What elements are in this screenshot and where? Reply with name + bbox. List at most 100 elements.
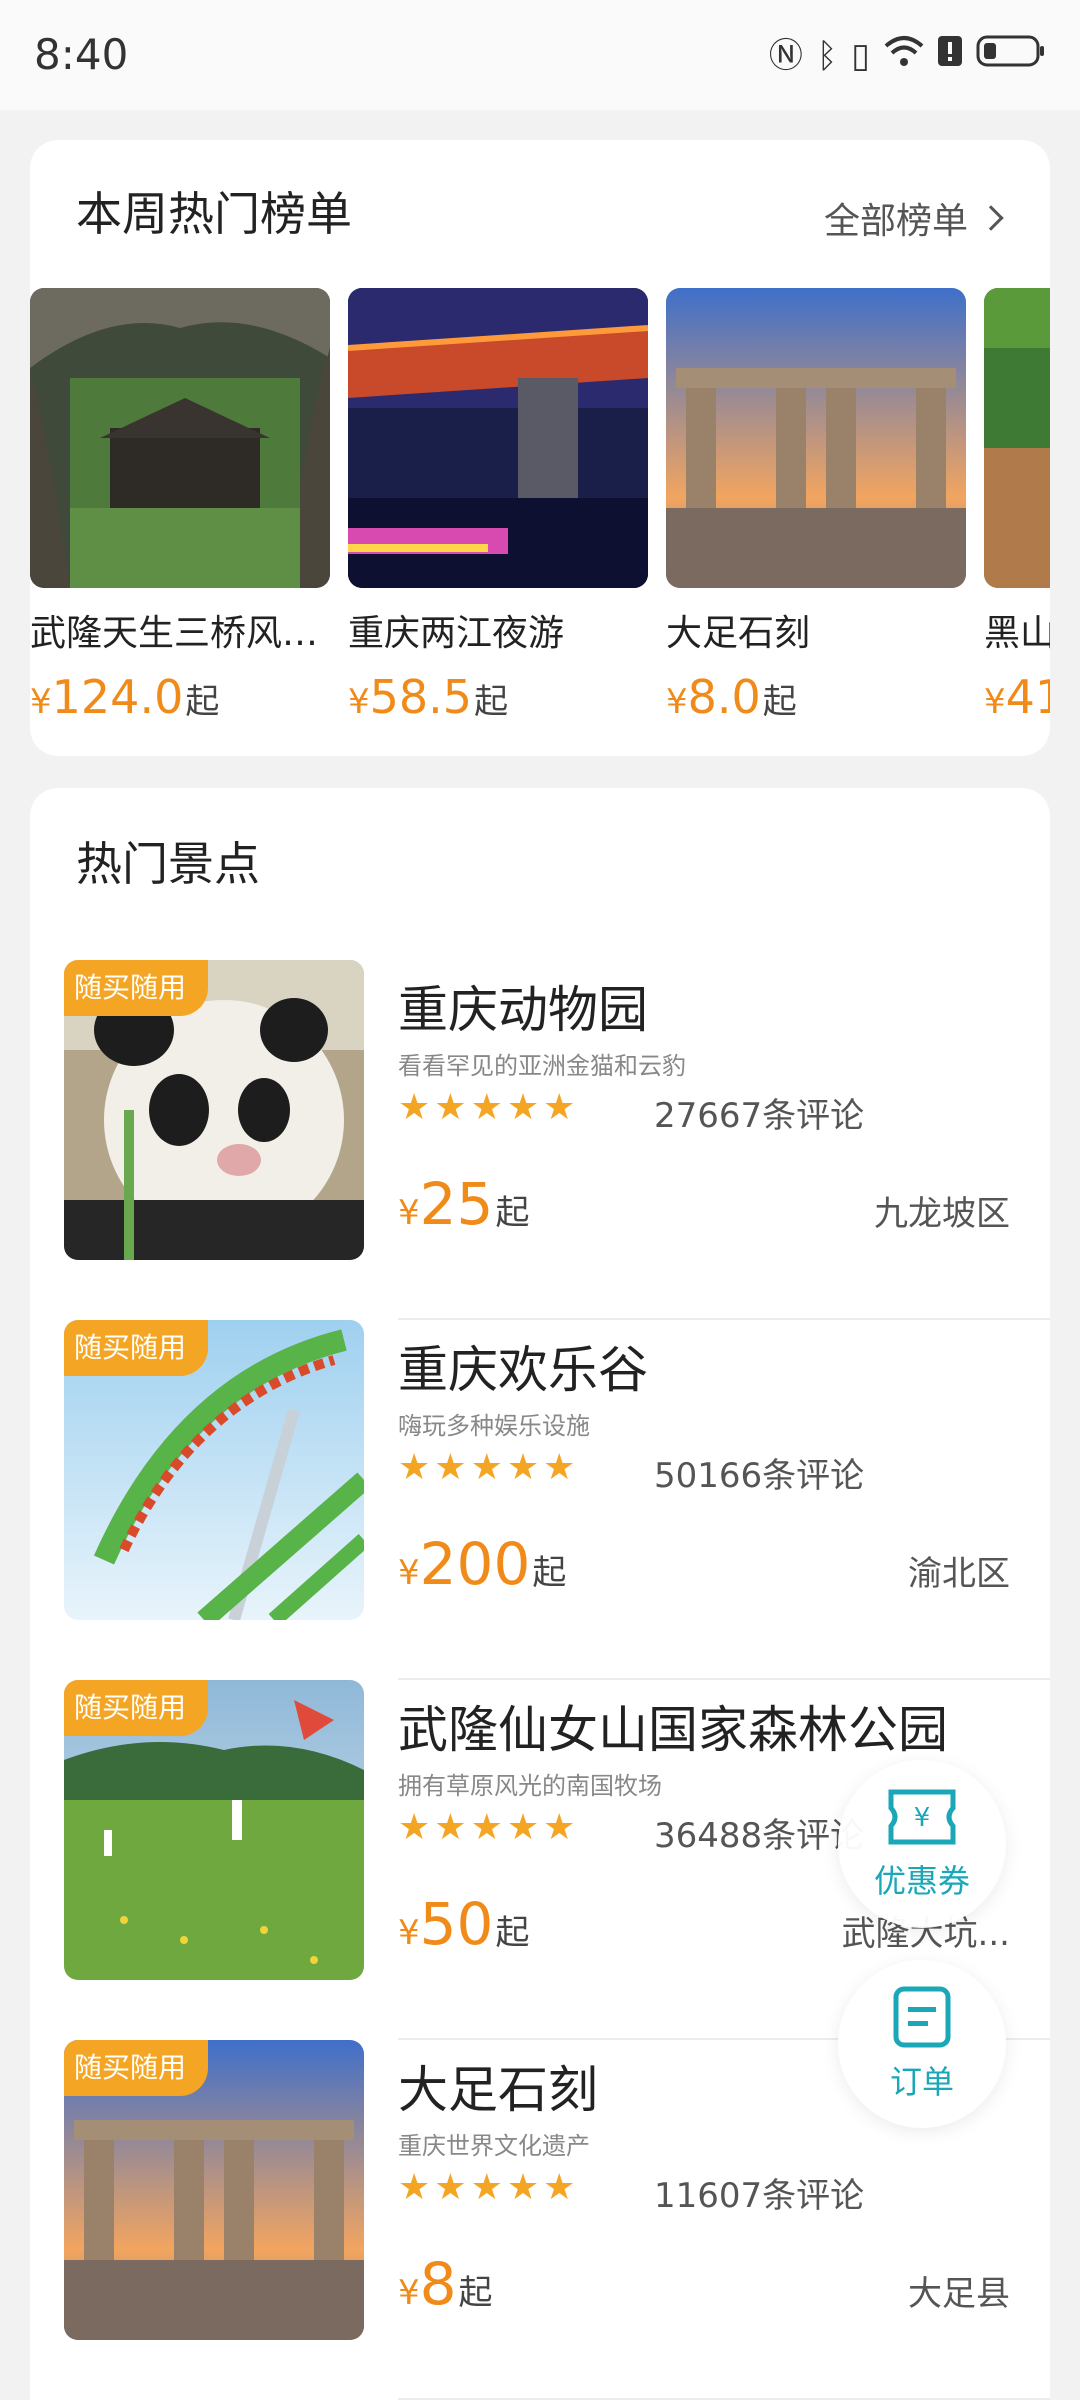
- chevron-right-icon: [978, 205, 1004, 231]
- ranking-item-price: ¥ 41: [984, 670, 1050, 724]
- battery-icon: [976, 34, 1046, 77]
- currency-symbol: ¥: [666, 682, 688, 722]
- spot-price: ¥ 25 起: [398, 1170, 529, 1238]
- all-rankings-label: 全部榜单: [823, 201, 968, 242]
- ranking-item-name: 大足石刻: [666, 613, 811, 654]
- currency-symbol: ¥: [398, 2273, 420, 2313]
- spot-price: ¥ 8 起: [398, 2250, 493, 2318]
- spot-item-happy-valley[interactable]: 随买随用 重庆欢乐谷 嗨玩多种娱乐设施 ★ ★ ★ ★ ★ 50166条评论 ¥…: [64, 1320, 1050, 1680]
- coupon-button[interactable]: ¥ 优惠券: [838, 1760, 1006, 1928]
- all-rankings-link[interactable]: 全部榜单: [823, 192, 1004, 244]
- star-icon: ★: [506, 1087, 540, 1128]
- ranking-item-name: 黑山: [984, 613, 1050, 654]
- spot-item-zoo[interactable]: 随买随用 重庆动物园 看看罕见的亚洲金猫和云豹 ★ ★ ★ ★ ★ 27667条…: [64, 960, 1050, 1320]
- spot-image: 随买随用: [64, 1320, 364, 1620]
- price-suffix: 起: [495, 1193, 530, 1233]
- svg-text:¥: ¥: [914, 1803, 931, 1833]
- orders-label: 订单: [889, 2063, 954, 2101]
- star-icon: ★: [543, 1807, 576, 1848]
- spot-image: 随买随用: [64, 960, 364, 1260]
- star-icon: ★: [506, 1447, 540, 1488]
- spot-desc: 嗨玩多种娱乐设施: [398, 1412, 590, 1440]
- spot-badge: 随买随用: [64, 1320, 209, 1376]
- star-icon: ★: [543, 1087, 576, 1128]
- star-icon: ★: [398, 1807, 431, 1848]
- star-icon: ★: [543, 1447, 576, 1488]
- star-icon: ★: [470, 1087, 503, 1128]
- currency-symbol: ¥: [398, 1193, 420, 1233]
- spot-rating: ★ ★ ★ ★ ★: [398, 1808, 575, 1848]
- ranking-item-price: ¥ 58.5 起: [348, 670, 648, 724]
- spot-rating: ★ ★ ★ ★ ★: [398, 1448, 575, 1488]
- ranking-carousel[interactable]: 武隆天生三桥风… ¥ 124.0 起 重庆两江夜游 ¥ 58.5 起 大足石刻 …: [30, 288, 1050, 738]
- spot-desc: 重庆世界文化遗产: [398, 2132, 590, 2160]
- price-value: 8.0: [687, 670, 761, 724]
- spot-badge: 随买随用: [64, 960, 209, 1016]
- coupon-icon: ¥: [888, 1789, 956, 1845]
- star-icon: ★: [398, 2167, 431, 2208]
- star-icon: ★: [434, 1087, 467, 1128]
- orders-button[interactable]: 订单: [838, 1960, 1006, 2128]
- spot-rating: ★ ★ ★ ★ ★: [398, 1088, 575, 1128]
- hot-spots-card: 热门景点 随买随用 重庆动物园 看看罕见的亚洲金猫和云豹 ★ ★ ★ ★ ★ 2…: [30, 788, 1050, 2400]
- spot-desc: 拥有草原风光的南国牧场: [398, 1772, 662, 1800]
- ranking-item-price: ¥ 8.0 起: [666, 670, 966, 724]
- order-list-icon: [893, 1986, 951, 2048]
- currency-symbol: ¥: [30, 682, 52, 722]
- spot-badge: 随买随用: [64, 2040, 209, 2096]
- price-value: 124.0: [51, 670, 184, 724]
- star-icon: ★: [434, 2167, 467, 2208]
- currency-symbol: ¥: [398, 1913, 420, 1953]
- ranking-image: [984, 288, 1050, 588]
- spot-desc: 看看罕见的亚洲金猫和云豹: [398, 1052, 686, 1080]
- wifi-icon: [884, 34, 924, 77]
- ranking-item-price: ¥ 124.0 起: [30, 670, 330, 724]
- currency-symbol: ¥: [348, 682, 370, 722]
- star-icon: ★: [470, 1807, 503, 1848]
- nfc-icon: Ⓝ: [768, 35, 803, 76]
- price-suffix: 起: [458, 2273, 493, 2313]
- coupon-label: 优惠券: [873, 1862, 970, 1900]
- spot-reviews: 50166条评论: [654, 1456, 865, 1496]
- alert-icon: [938, 34, 962, 77]
- spot-name: 重庆欢乐谷: [398, 1341, 648, 1399]
- ranking-item[interactable]: 黑山 ¥ 41: [984, 288, 1050, 724]
- ranking-item-name: 重庆两江夜游: [348, 613, 565, 654]
- ranking-item[interactable]: 重庆两江夜游 ¥ 58.5 起: [348, 288, 648, 724]
- spot-badge: 随买随用: [64, 1680, 209, 1736]
- spot-area: 九龙坡区: [874, 1194, 1010, 1234]
- ranking-item[interactable]: 武隆天生三桥风… ¥ 124.0 起: [30, 288, 330, 724]
- star-icon: ★: [434, 1807, 467, 1848]
- price-value: 8: [419, 2250, 457, 2318]
- vibrate-icon: ▯: [851, 35, 870, 76]
- spot-name: 武隆仙女山国家森林公园: [398, 1701, 948, 1759]
- spot-rating: ★ ★ ★ ★ ★: [398, 2168, 575, 2208]
- ranking-item-name: 武隆天生三桥风…: [30, 613, 319, 654]
- star-icon: ★: [398, 1087, 431, 1128]
- ranking-title: 本周热门榜单: [76, 187, 352, 241]
- spot-price: ¥ 50 起: [398, 1890, 529, 1958]
- star-icon: ★: [506, 1807, 540, 1848]
- spot-image: 随买随用: [64, 1680, 364, 1980]
- spot-area: 渝北区: [908, 1554, 1010, 1594]
- star-icon: ★: [398, 1447, 431, 1488]
- hot-spots-title: 热门景点: [76, 837, 260, 891]
- star-icon: ★: [470, 1447, 503, 1488]
- price-suffix: 起: [532, 1553, 567, 1593]
- star-icon: ★: [434, 1447, 467, 1488]
- price-suffix: 起: [762, 682, 797, 722]
- star-icon: ★: [470, 2167, 503, 2208]
- ranking-image: [348, 288, 648, 588]
- weekly-ranking-card: 本周热门榜单 全部榜单 武隆天生三桥风… ¥ 124.0 起 重庆两江夜游 ¥ …: [30, 140, 1050, 756]
- spot-name: 大足石刻: [398, 2061, 598, 2119]
- currency-symbol: ¥: [984, 682, 1006, 722]
- price-suffix: 起: [185, 682, 220, 722]
- spot-area: 大足县: [908, 2274, 1010, 2314]
- star-icon: ★: [543, 2167, 576, 2208]
- spot-price: ¥ 200 起: [398, 1530, 566, 1598]
- ranking-item[interactable]: 大足石刻 ¥ 8.0 起: [666, 288, 966, 724]
- ranking-image: [30, 288, 330, 588]
- price-value: 200: [419, 1530, 531, 1598]
- bluetooth-icon: ᛒ: [816, 35, 838, 76]
- status-icons: Ⓝ ᛒ ▯: [769, 34, 1046, 77]
